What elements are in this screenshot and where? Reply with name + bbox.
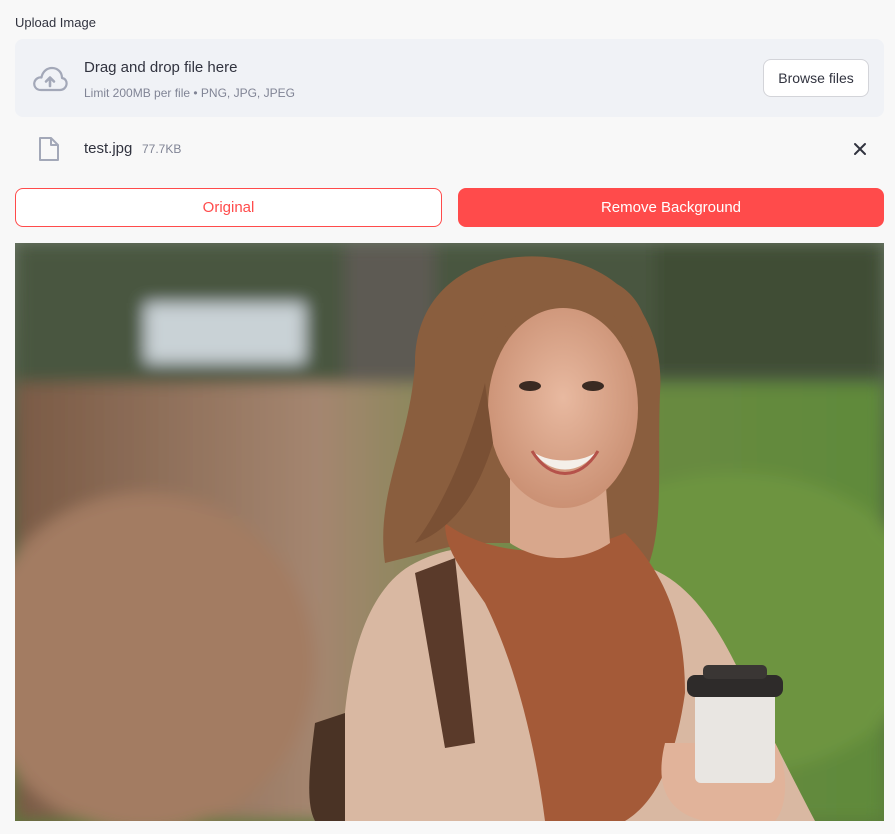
browse-files-button[interactable]: Browse files [763,59,869,97]
file-icon [39,137,59,161]
dropzone-instructions: Drag and drop file here [84,59,238,76]
original-button[interactable]: Original [15,188,442,227]
close-icon [854,143,866,155]
uploaded-file-item: test.jpg 77.7KB [15,130,884,168]
uploaded-file-size: 77.7KB [142,142,182,156]
dropzone-file-limit: Limit 200MB per file • PNG, JPG, JPEG [84,86,295,100]
portrait-photo [15,243,884,821]
result-image [15,243,884,821]
remove-file-button[interactable] [850,138,870,160]
cloud-upload-icon [33,66,68,92]
upload-image-label: Upload Image [15,15,96,30]
remove-background-button[interactable]: Remove Background [458,188,884,227]
uploaded-file-name: test.jpg [84,140,133,157]
file-dropzone[interactable]: Drag and drop file here Limit 200MB per … [15,39,884,117]
